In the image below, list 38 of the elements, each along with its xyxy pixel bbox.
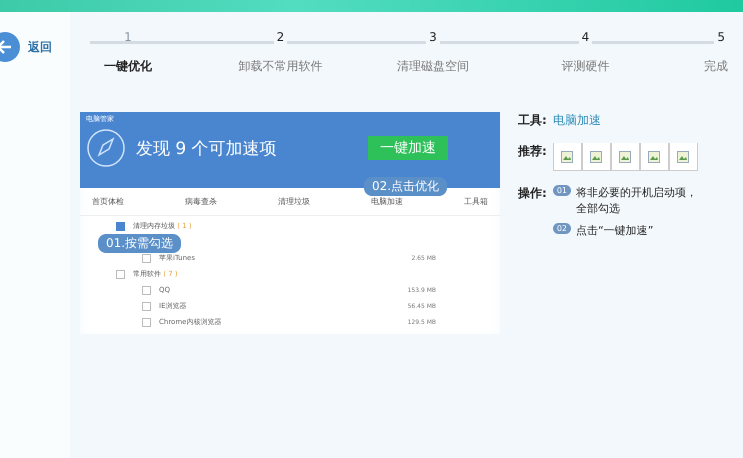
nav-tab[interactable]: 清理垃圾: [278, 196, 310, 207]
checkbox[interactable]: [116, 222, 125, 230]
step-tab[interactable]: 1 一键优化: [78, 30, 178, 86]
callout-label: 02.点击优化: [364, 177, 448, 196]
instruction-text: 点击“一键加速”: [576, 223, 654, 239]
step-tab[interactable]: 3 清理磁盘空间: [383, 30, 483, 86]
step-number-badge: 02: [552, 223, 571, 234]
checkbox[interactable]: [116, 270, 125, 278]
step-tab[interactable]: 4 评测硬件: [536, 30, 636, 86]
image-thumbnail[interactable]: [640, 143, 669, 171]
broken-image-icon: [619, 150, 632, 162]
nav-tab[interactable]: 电脑加速: [371, 196, 403, 207]
checkbox[interactable]: [142, 302, 151, 310]
nav-tab[interactable]: 首页体检: [92, 196, 124, 207]
nav-tab[interactable]: 工具箱: [464, 196, 488, 207]
tool-link[interactable]: 电脑加速: [552, 112, 601, 129]
step-tab[interactable]: 5 完成: [688, 30, 728, 86]
broken-image-icon: [590, 150, 602, 162]
instruction-text: 将非必要的开机启动项，全部勾选: [576, 185, 698, 217]
recommend-label: 推荐:: [518, 143, 547, 160]
image-thumbnail[interactable]: [582, 143, 611, 171]
image-thumbnail[interactable]: [552, 143, 582, 171]
checkbox[interactable]: [142, 254, 151, 262]
checkbox[interactable]: [142, 286, 151, 294]
image-thumbnail[interactable]: [668, 143, 698, 171]
step-tab[interactable]: 2 卸载不常用软件: [230, 30, 330, 86]
checkbox[interactable]: [142, 318, 151, 326]
image-thumbnail[interactable]: [610, 143, 640, 171]
back-link[interactable]: 返回: [0, 32, 70, 62]
callout-label: 01.按需勾选: [98, 234, 182, 253]
operation-label: 操作:: [518, 185, 547, 202]
step-number-badge: 01: [552, 185, 571, 196]
broken-image-icon: [648, 150, 660, 162]
tool-label: 工具:: [518, 112, 547, 129]
broken-image-icon: [561, 150, 574, 162]
broken-image-icon: [677, 150, 690, 162]
nav-tab[interactable]: 病毒查杀: [185, 196, 217, 207]
headline: 发现 9 个可加速项: [136, 138, 277, 160]
